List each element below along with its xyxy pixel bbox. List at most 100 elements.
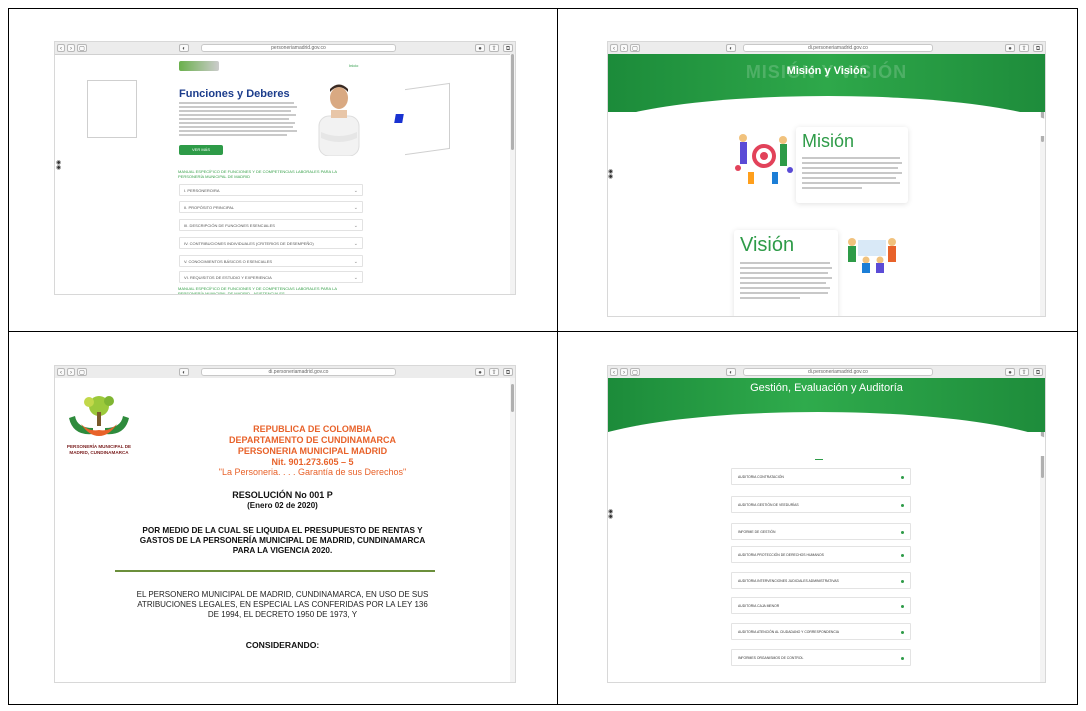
share-icon[interactable]: ⇧	[489, 368, 499, 376]
back-button[interactable]: ‹	[57, 368, 65, 376]
tabs-icon[interactable]: ⧉	[1033, 44, 1043, 52]
page-title: Funciones y Deberes	[179, 88, 290, 100]
share-icon[interactable]: ⇧	[1019, 44, 1029, 52]
accordion-label: IV. CONTRIBUCIONES INDIVIDUALES (CRITERI…	[184, 241, 314, 246]
toolbar-right-buttons: ● ⇧ ⧉	[1003, 44, 1043, 52]
expand-dot-icon	[901, 580, 904, 583]
accordion-label: VI. REQUISITOS DE ESTUDIO Y EXPERIENCIA	[184, 275, 272, 280]
scrollbar[interactable]	[510, 378, 515, 682]
address-bar[interactable]: personeriamadrid.gov.co	[201, 44, 396, 52]
accordion-item[interactable]: II. PROPÓSITO PRINCIPAL ⌄	[179, 201, 363, 213]
page-title: Gestión, Evaluación y Auditoría	[750, 382, 903, 394]
shield-icon[interactable]: ◐	[179, 44, 189, 52]
toolbar-right-buttons: ● ⇧ ⧉	[1003, 368, 1043, 376]
manual-heading[interactable]: MANUAL ESPECÍFICO DE FUNCIONES Y DE COMP…	[178, 169, 358, 179]
download-icon[interactable]: ●	[1005, 44, 1015, 52]
expand-dot-icon	[901, 504, 904, 507]
tabs-icon[interactable]: ⧉	[503, 44, 513, 52]
subject-line3: PARA LA VIGENCIA 2020.	[232, 546, 333, 555]
audit-item-label: Auditoria Caja Menor	[738, 604, 780, 608]
audit-list-item[interactable]: Auditoria Caja Menor	[731, 597, 911, 614]
sidebar-icon[interactable]: ▢	[77, 44, 87, 52]
expand-dot-icon	[901, 657, 904, 660]
address-bar[interactable]: di.personeriamadrid.gov.co	[743, 44, 933, 52]
audit-item-label: Auditoria Intervenciones Judiciales Admi…	[738, 579, 839, 583]
download-icon[interactable]: ●	[1005, 368, 1015, 376]
side-marker-icon: ◉ ◉	[56, 160, 62, 171]
forward-button[interactable]: ›	[620, 368, 628, 376]
mision-card: Misión	[796, 127, 908, 203]
download-icon[interactable]: ●	[475, 368, 485, 376]
audit-item-label: Auditoria Atención al Ciudadano y Corres…	[738, 630, 839, 634]
chevron-down-icon: ⌄	[353, 259, 358, 265]
scrollbar[interactable]	[510, 54, 515, 294]
menu-link[interactable]: Inicio	[349, 63, 358, 68]
scrollbar-thumb[interactable]	[511, 384, 514, 412]
header-line1: REPUBLICA DE COLOMBIA	[253, 424, 372, 434]
considerando-heading: CONSIDERANDO:	[245, 640, 320, 650]
tabs-icon[interactable]: ⧉	[503, 368, 513, 376]
shield-icon[interactable]: ◐	[726, 44, 736, 52]
grid-divider-vertical	[557, 9, 558, 704]
audit-list-item[interactable]: Auditoria Gestión de Veedurías	[731, 496, 911, 513]
share-icon[interactable]: ⇧	[1019, 368, 1029, 376]
download-icon[interactable]: ●	[475, 44, 485, 52]
audit-list-item[interactable]: Auditoria Intervenciones Judiciales Admi…	[731, 572, 911, 589]
side-marker-icon: ◉ ◉	[608, 169, 614, 180]
vision-illustration	[848, 238, 896, 273]
audit-list-item[interactable]: Informe de Gestión	[731, 523, 911, 540]
expand-dot-icon	[901, 631, 904, 634]
manual-heading-asistenciales[interactable]: MANUAL ESPECÍFICO DE FUNCIONES Y DE COMP…	[178, 286, 358, 294]
share-icon[interactable]: ⇧	[489, 44, 499, 52]
accordion-item[interactable]: V. CONOCIMIENTOS BÁSICOS O ESENCIALES ⌄	[179, 255, 363, 267]
audit-list-item[interactable]: Auditoria Contratación	[731, 468, 911, 485]
toolbar-right-buttons: ● ⇧ ⧉	[473, 44, 513, 52]
back-button[interactable]: ‹	[610, 44, 618, 52]
audit-item-label: Informes Organismos de Control	[738, 656, 804, 660]
accordion-item[interactable]: VI. REQUISITOS DE ESTUDIO Y EXPERIENCIA ⌄	[179, 271, 363, 283]
pdf-document: PERSONERÍA MUNICIPAL DE MADRID, CUNDINAM…	[55, 378, 510, 682]
decorative-blue-shape	[394, 114, 404, 123]
expand-dot-icon	[901, 554, 904, 557]
forward-button[interactable]: ›	[67, 368, 75, 376]
sidebar-icon[interactable]: ▢	[630, 44, 640, 52]
scrollbar-thumb[interactable]	[511, 54, 514, 150]
body-line3: DE 1994, EL DECRETO 1950 DE 1973, Y	[207, 610, 358, 619]
expand-dot-icon	[901, 531, 904, 534]
shield-icon[interactable]: ◐	[726, 368, 736, 376]
back-button[interactable]: ‹	[57, 44, 65, 52]
accordion-item[interactable]: III. DESCRIPCIÓN DE FUNCIONES ESENCIALES…	[179, 219, 363, 231]
toolbar-right-buttons: ● ⇧ ⧉	[473, 368, 513, 376]
ver-mas-button[interactable]: VER MÁS	[179, 145, 223, 155]
vision-heading: Visión	[740, 234, 795, 256]
accordion-label: V. CONOCIMIENTOS BÁSICOS O ESENCIALES	[184, 259, 273, 264]
expand-dot-icon	[901, 605, 904, 608]
accordion-item[interactable]: I. PERSONERO/RA ⌄	[179, 184, 363, 196]
body-line1: EL PERSONERO MUNICIPAL DE MADRID, CUNDIN…	[136, 590, 429, 599]
address-bar[interactable]: di.personeriamadrid.gov.co	[201, 368, 396, 376]
audit-list-item[interactable]: Auditoria Protección de Derechos Humanos	[731, 546, 911, 563]
chevron-down-icon: ⌄	[353, 241, 358, 247]
body-line2: ATRIBUCIONES LEGALES, EN ESPECIAL LAS CO…	[137, 600, 428, 609]
forward-button[interactable]: ›	[67, 44, 75, 52]
audit-list-item[interactable]: Informes Organismos de Control	[731, 649, 911, 666]
back-button[interactable]: ‹	[610, 368, 618, 376]
audit-item-label: Informe de Gestión	[738, 530, 776, 534]
site-logo[interactable]	[179, 61, 219, 71]
chevron-down-icon: ⌄	[353, 223, 358, 229]
forward-button[interactable]: ›	[620, 44, 628, 52]
subject-line2: GASTOS DE LA PERSONERÍA MUNICIPAL DE MAD…	[139, 536, 426, 545]
decorative-frame-left	[87, 80, 137, 138]
side-marker-icon: ◉ ◉	[608, 509, 614, 520]
tabs-icon[interactable]: ⧉	[1033, 368, 1043, 376]
sidebar-icon[interactable]: ▢	[77, 368, 87, 376]
audit-list-item[interactable]: Auditoria Atención al Ciudadano y Corres…	[731, 623, 911, 640]
shield-icon[interactable]: ◐	[179, 368, 189, 376]
personero-photo	[318, 84, 360, 156]
screenshot-gestion: ‹ › ▢ ◐ di.personeriamadrid.gov.co ● ⇧ ⧉…	[608, 366, 1045, 682]
accordion-item[interactable]: IV. CONTRIBUCIONES INDIVIDUALES (CRITERI…	[179, 237, 363, 249]
section-dash	[815, 459, 823, 460]
address-bar[interactable]: di.personeriamadrid.gov.co	[743, 368, 933, 376]
audit-item-label: Auditoria Contratación	[738, 475, 784, 479]
sidebar-icon[interactable]: ▢	[630, 368, 640, 376]
